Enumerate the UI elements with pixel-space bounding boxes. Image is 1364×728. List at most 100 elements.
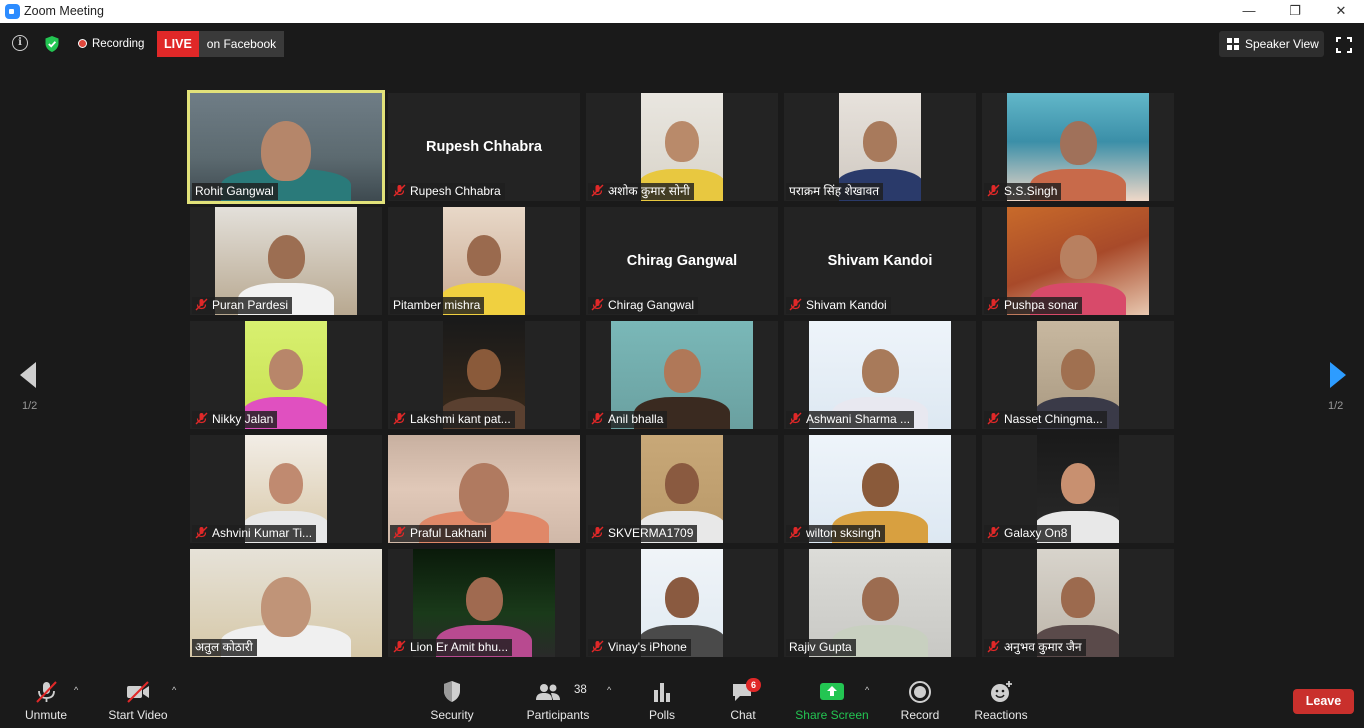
participants-icon: [535, 684, 560, 700]
meeting-topbar: i Recording LIVE on Facebook Speaker Vie…: [0, 23, 1364, 68]
recording-indicator[interactable]: Recording: [70, 31, 153, 57]
recording-dot-icon: [78, 39, 87, 48]
audio-options-caret-icon[interactable]: ^: [74, 686, 84, 695]
participants-options-caret-icon[interactable]: ^: [607, 686, 617, 695]
participant-tile[interactable]: wilton sksingh: [784, 435, 976, 543]
participant-tile[interactable]: Rupesh Chhabra Rupesh Chhabra: [388, 93, 580, 201]
participant-name: Nasset Chingma...: [1004, 412, 1103, 426]
participant-tile[interactable]: पराक्रम सिंह शेखावत: [784, 93, 976, 201]
participant-name-tag: Pushpa sonar: [984, 297, 1083, 314]
participant-tile[interactable]: S.S.Singh: [982, 93, 1174, 201]
chat-button[interactable]: 6 Chat: [720, 672, 766, 728]
reactions-label: Reactions: [974, 708, 1028, 722]
record-icon: [909, 681, 931, 703]
participant-tile[interactable]: Praful Lakhani: [388, 435, 580, 543]
fullscreen-icon[interactable]: [1336, 37, 1352, 53]
participant-name-tag: अतुल कोठारी: [192, 639, 257, 656]
muted-microphone-icon: [195, 298, 208, 311]
reactions-button[interactable]: Reactions: [970, 672, 1032, 728]
participant-name: Rajiv Gupta: [789, 640, 852, 654]
live-badge: LIVE: [157, 31, 199, 57]
speaker-view-button[interactable]: Speaker View: [1219, 31, 1324, 57]
participant-tile[interactable]: Nikky Jalan: [190, 321, 382, 429]
participant-name-tag: Nikky Jalan: [192, 411, 278, 428]
participant-tile[interactable]: Chirag Gangwal Chirag Gangwal: [586, 207, 778, 315]
participant-tile[interactable]: Rajiv Gupta: [784, 549, 976, 657]
participant-tile[interactable]: Pushpa sonar: [982, 207, 1174, 315]
previous-page-arrow-icon[interactable]: [18, 360, 38, 390]
reactions-smiley-icon: [991, 681, 1012, 702]
participant-name-tag: Chirag Gangwal: [588, 297, 699, 314]
page-indicator-left: 1/2: [22, 400, 38, 412]
muted-microphone-icon: [393, 184, 406, 197]
meeting-info-icon[interactable]: i: [12, 35, 28, 51]
participant-name: Rohit Gangwal: [195, 184, 274, 198]
participant-display-name: Shivam Kandoi: [827, 253, 933, 269]
participant-name-tag: wilton sksingh: [786, 525, 885, 542]
participant-tile[interactable]: Rohit Gangwal: [187, 90, 385, 204]
start-video-button[interactable]: Start Video: [104, 672, 172, 728]
leave-meeting-button[interactable]: Leave: [1293, 689, 1354, 714]
participant-tile[interactable]: Anil bhalla: [586, 321, 778, 429]
participant-name-tag: Galaxy On8: [984, 525, 1072, 542]
participant-name: Vinay's iPhone: [608, 640, 687, 654]
participant-tile[interactable]: Nasset Chingma...: [982, 321, 1174, 429]
share-screen-button[interactable]: Share Screen: [792, 672, 872, 728]
participant-tile[interactable]: Pitamber mishra: [388, 207, 580, 315]
participant-tile[interactable]: Puran Pardesi: [190, 207, 382, 315]
participant-tile[interactable]: Lion Er Amit bhu...: [388, 549, 580, 657]
encryption-shield-icon[interactable]: [42, 34, 62, 54]
unmute-button[interactable]: Unmute: [18, 672, 74, 728]
muted-microphone-icon: [987, 298, 1000, 311]
participant-name-tag: Rajiv Gupta: [786, 639, 856, 656]
participants-button[interactable]: 38 Participants: [522, 672, 594, 728]
participant-name: wilton sksingh: [806, 526, 881, 540]
recording-label: Recording: [92, 38, 145, 50]
participant-name-tag: अशोक कुमार सोनी: [588, 183, 694, 200]
chat-label: Chat: [730, 708, 756, 722]
muted-microphone-icon: [987, 412, 1000, 425]
participant-name: SKVERMA1709: [608, 526, 694, 540]
participant-tile[interactable]: SKVERMA1709: [586, 435, 778, 543]
chat-unread-badge: 6: [746, 678, 761, 692]
participant-name: Ashwani Sharma ...: [806, 412, 911, 426]
unmute-label: Unmute: [24, 708, 68, 722]
participant-name: S.S.Singh: [1004, 184, 1058, 198]
participant-tile[interactable]: Shivam Kandoi Shivam Kandoi: [784, 207, 976, 315]
record-button[interactable]: Record: [896, 672, 944, 728]
share-options-caret-icon[interactable]: ^: [865, 686, 875, 695]
muted-microphone-icon: [195, 526, 208, 539]
close-button[interactable]: ✕: [1318, 0, 1364, 23]
record-label: Record: [900, 708, 940, 722]
live-stream-indicator[interactable]: LIVE on Facebook: [157, 31, 285, 57]
participant-name: पराक्रम सिंह शेखावत: [789, 184, 880, 198]
participant-name-tag: Nasset Chingma...: [984, 411, 1107, 428]
participant-tile[interactable]: अशोक कुमार सोनी: [586, 93, 778, 201]
participant-tile[interactable]: Galaxy On8: [982, 435, 1174, 543]
participant-tile[interactable]: अतुल कोठारी: [190, 549, 382, 657]
participant-name-tag: Rupesh Chhabra: [390, 183, 505, 200]
participant-name: Anil bhalla: [608, 412, 664, 426]
participant-name-tag: Ashvini Kumar Ti...: [192, 525, 317, 542]
participant-display-name: Rupesh Chhabra: [425, 139, 542, 155]
participant-name: Lakshmi kant pat...: [410, 412, 511, 426]
participant-tile[interactable]: Vinay's iPhone: [586, 549, 778, 657]
polls-button[interactable]: Polls: [640, 672, 684, 728]
participant-tile[interactable]: अनुभव कुमार जैन: [982, 549, 1174, 657]
security-button[interactable]: Security: [423, 672, 481, 728]
participant-name-tag: Shivam Kandoi: [786, 297, 891, 314]
participant-tile[interactable]: Ashwani Sharma ...: [784, 321, 976, 429]
participant-name-tag: Anil bhalla: [588, 411, 668, 428]
next-page-arrow-icon[interactable]: [1328, 360, 1348, 390]
participant-name-tag: पराक्रम सिंह शेखावत: [786, 183, 884, 200]
minimize-button[interactable]: —: [1226, 0, 1272, 23]
participant-name-tag: अनुभव कुमार जैन: [984, 639, 1086, 656]
security-shield-icon: [444, 681, 460, 702]
maximize-button[interactable]: ❐: [1272, 0, 1318, 23]
video-options-caret-icon[interactable]: ^: [172, 686, 182, 695]
participant-tile[interactable]: Ashvini Kumar Ti...: [190, 435, 382, 543]
participant-name-tag: Praful Lakhani: [390, 525, 491, 542]
participant-tile[interactable]: Lakshmi kant pat...: [388, 321, 580, 429]
video-camera-off-icon: [127, 681, 149, 703]
muted-microphone-icon: [789, 526, 802, 539]
